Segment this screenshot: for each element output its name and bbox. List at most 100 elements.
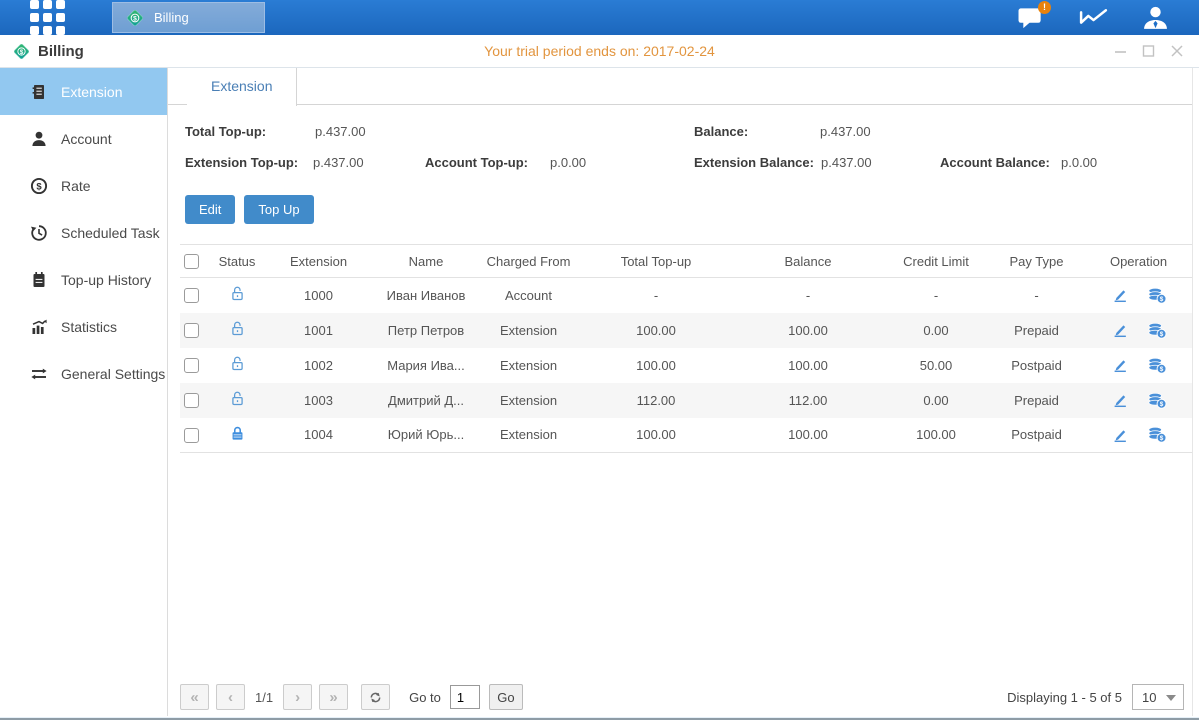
edit-icon[interactable] <box>1111 426 1129 444</box>
refresh-button[interactable] <box>361 684 390 710</box>
notification-badge: ! <box>1038 1 1051 14</box>
taskbar-tab-label: Billing <box>154 10 189 25</box>
sidebar-item-rate[interactable]: Rate <box>0 162 167 209</box>
sidebar: Extension Account Rate Scheduled Task To… <box>0 68 168 716</box>
tab-extension[interactable]: Extension <box>187 68 297 106</box>
top-up-icon[interactable] <box>1147 286 1167 305</box>
header-charged-from: Charged From <box>477 245 580 278</box>
dollar-circle-icon <box>30 177 48 195</box>
cell-charged-from: Account <box>477 278 580 313</box>
cell-balance: 112.00 <box>732 383 884 418</box>
select-all-checkbox[interactable] <box>184 254 199 269</box>
table-row: 1002 Мария Ива... Extension 100.00 100.0… <box>180 348 1192 383</box>
pagination-bar: « ‹ 1/1 › » Go to Go Displaying 1 - 5 of… <box>180 684 1184 710</box>
edit-button[interactable]: Edit <box>185 195 235 224</box>
cell-name: Юрий Юрь... <box>375 418 477 453</box>
sliders-icon <box>30 365 48 383</box>
sidebar-item-label: Top-up History <box>61 272 151 288</box>
window-title: Billing <box>38 43 84 60</box>
edit-icon[interactable] <box>1111 286 1129 304</box>
cell-extension: 1001 <box>262 313 375 348</box>
lock-open-icon[interactable] <box>229 355 246 372</box>
header-credit-limit: Credit Limit <box>884 245 988 278</box>
row-checkbox[interactable] <box>184 358 199 373</box>
table-row: 1001 Петр Петров Extension 100.00 100.00… <box>180 313 1192 348</box>
table-row: 1003 Дмитрий Д... Extension 112.00 112.0… <box>180 383 1192 418</box>
notebook-icon <box>30 271 48 289</box>
cell-pay-type: Prepaid <box>988 383 1085 418</box>
sidebar-item-statistics[interactable]: Statistics <box>0 303 167 350</box>
main-panel: Extension Total Top-up: p.437.00 Balance… <box>168 68 1193 716</box>
sidebar-item-topup-history[interactable]: Top-up History <box>0 256 167 303</box>
trial-message: Your trial period ends on: 2017-02-24 <box>0 43 1199 59</box>
cell-pay-type: Postpaid <box>988 348 1085 383</box>
displaying-text: Displaying 1 - 5 of 5 <box>1007 690 1122 705</box>
account-menu-button[interactable] <box>1139 4 1171 32</box>
top-up-icon[interactable] <box>1147 321 1167 340</box>
sidebar-item-general-settings[interactable]: General Settings <box>0 350 167 397</box>
lock-closed-icon[interactable] <box>229 425 246 442</box>
cell-balance: 100.00 <box>732 418 884 453</box>
lock-open-icon[interactable] <box>229 390 246 407</box>
top-up-button[interactable]: Top Up <box>244 195 313 224</box>
sidebar-item-extension[interactable]: Extension <box>0 68 167 115</box>
apps-grid-icon[interactable] <box>30 0 65 35</box>
header-balance: Balance <box>732 245 884 278</box>
maximize-button[interactable] <box>1141 43 1157 59</box>
header-name: Name <box>375 245 477 278</box>
prev-page-button[interactable]: ‹ <box>216 684 245 710</box>
edit-icon[interactable] <box>1111 391 1129 409</box>
billing-window-icon <box>12 42 31 61</box>
go-button[interactable]: Go <box>489 684 523 710</box>
sidebar-item-scheduled-task[interactable]: Scheduled Task <box>0 209 167 256</box>
next-page-icon: › <box>295 689 300 706</box>
cell-total-topup: - <box>580 278 732 313</box>
table-row: 1004 Юрий Юрь... Extension 100.00 100.00… <box>180 418 1192 453</box>
row-checkbox[interactable] <box>184 393 199 408</box>
next-page-button[interactable]: › <box>283 684 312 710</box>
window-titlebar: Billing Your trial period ends on: 2017-… <box>0 35 1199 68</box>
taskbar-tab-billing[interactable]: Billing <box>112 2 265 33</box>
user-icon <box>1142 5 1169 30</box>
cell-credit-limit: 50.00 <box>884 348 988 383</box>
header-extension: Extension <box>262 245 375 278</box>
extension-balance-label: Extension Balance: <box>694 155 814 170</box>
taskbar: Billing ! <box>0 0 1199 35</box>
close-button[interactable] <box>1169 43 1185 59</box>
page-indicator: 1/1 <box>255 690 273 705</box>
cell-credit-limit: 0.00 <box>884 383 988 418</box>
cell-total-topup: 100.00 <box>580 418 732 453</box>
cell-extension: 1003 <box>262 383 375 418</box>
messages-button[interactable]: ! <box>1015 4 1047 32</box>
edit-icon[interactable] <box>1111 356 1129 374</box>
reports-button[interactable] <box>1077 4 1109 32</box>
row-checkbox[interactable] <box>184 323 199 338</box>
top-up-icon[interactable] <box>1147 425 1167 444</box>
first-page-button[interactable]: « <box>180 684 209 710</box>
sidebar-item-label: Statistics <box>61 319 117 335</box>
top-up-icon[interactable] <box>1147 391 1167 410</box>
page-size-select[interactable]: 10 <box>1132 684 1184 710</box>
ledger-icon <box>30 83 48 101</box>
edit-icon[interactable] <box>1111 321 1129 339</box>
cell-total-topup: 100.00 <box>580 348 732 383</box>
sidebar-item-account[interactable]: Account <box>0 115 167 162</box>
extension-topup-value: p.437.00 <box>313 155 364 170</box>
minimize-button[interactable] <box>1113 43 1129 59</box>
row-checkbox[interactable] <box>184 288 199 303</box>
goto-page-input[interactable] <box>450 685 480 709</box>
refresh-icon <box>368 690 383 705</box>
cell-balance: 100.00 <box>732 313 884 348</box>
history-clock-icon <box>30 224 48 242</box>
top-up-icon[interactable] <box>1147 356 1167 375</box>
bar-chart-icon <box>30 318 48 336</box>
total-topup-label: Total Top-up: <box>185 124 266 139</box>
cell-name: Мария Ива... <box>375 348 477 383</box>
row-checkbox[interactable] <box>184 428 199 443</box>
cell-charged-from: Extension <box>477 418 580 453</box>
lock-open-icon[interactable] <box>229 320 246 337</box>
lock-open-icon[interactable] <box>229 285 246 302</box>
last-page-button[interactable]: » <box>319 684 348 710</box>
total-topup-value: p.437.00 <box>315 124 366 139</box>
cell-extension: 1002 <box>262 348 375 383</box>
